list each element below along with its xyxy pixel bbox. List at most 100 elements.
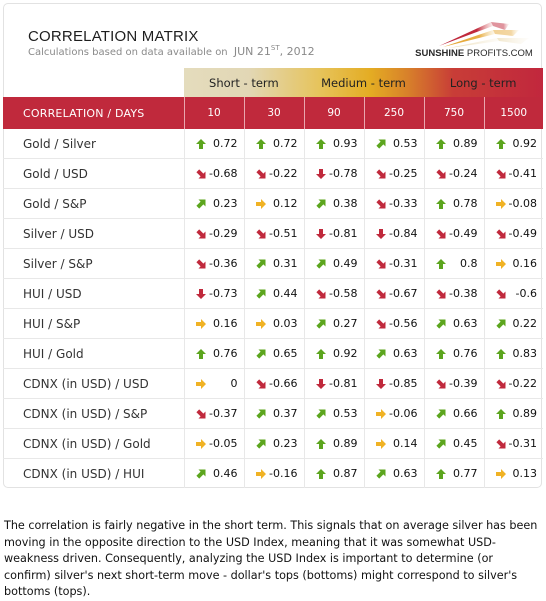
correlation-cell: -0.6 <box>483 278 543 309</box>
row-label: HUI / Gold <box>3 338 184 369</box>
cell-content: -0.49 <box>425 227 484 240</box>
correlation-value: -0.22 <box>269 167 298 180</box>
correlation-value: -0.05 <box>209 437 238 450</box>
arrow-up-right-icon <box>435 319 445 329</box>
correlation-value: -0.84 <box>389 227 418 240</box>
correlation-value: -0.29 <box>209 227 238 240</box>
arrow-right-icon <box>195 438 206 449</box>
cell-content: 0.89 <box>305 437 364 450</box>
correlation-cell: 0.89 <box>483 398 543 429</box>
correlation-table: CORRELATION / DAYS 10 30 90 250 750 1500… <box>3 97 543 488</box>
correlation-cell: -0.22 <box>243 158 304 189</box>
cell-content: 0.31 <box>245 257 304 270</box>
correlation-value: 0.16 <box>512 257 538 270</box>
correlation-cell: -0.31 <box>363 248 424 279</box>
calculation-date: JUN 21ST, 2012 <box>233 44 315 58</box>
correlation-value: -0.31 <box>389 257 418 270</box>
arrow-up-right-icon <box>495 319 505 329</box>
row-label: HUI / USD <box>3 278 184 309</box>
cell-content: -0.58 <box>305 287 364 300</box>
correlation-value: 0.12 <box>273 197 298 210</box>
correlation-value: 0.03 <box>273 317 298 330</box>
correlation-value: 0.38 <box>333 197 358 210</box>
correlation-value: -0.24 <box>449 167 478 180</box>
cell-content: 0.27 <box>305 317 364 330</box>
correlation-cell: -0.68 <box>183 158 244 189</box>
correlation-cell: 0.87 <box>303 458 364 488</box>
correlation-value: 0.53 <box>393 137 418 150</box>
arrow-down-right-icon <box>435 168 445 178</box>
arrow-down-right-icon <box>435 378 445 388</box>
cell-content: 0.72 <box>185 137 244 150</box>
correlation-value: -0.81 <box>329 227 358 240</box>
correlation-cell: 0.31 <box>243 248 304 279</box>
cell-content: -0.67 <box>365 287 424 300</box>
table-header-row: CORRELATION / DAYS 10 30 90 250 750 1500 <box>3 97 543 129</box>
arrow-up-right-icon <box>195 469 205 479</box>
cell-content: -0.81 <box>305 377 364 390</box>
cell-content: 0.77 <box>425 467 484 480</box>
correlation-value: 0.92 <box>512 137 538 150</box>
arrow-up-icon <box>315 438 326 449</box>
correlation-value: 0.63 <box>453 317 478 330</box>
correlation-cell: -0.16 <box>243 458 304 488</box>
correlation-cell: -0.41 <box>483 158 543 189</box>
correlation-description: The correlation is fairly negative in th… <box>4 519 538 598</box>
correlation-cell: 0.89 <box>303 428 364 459</box>
correlation-value: 0.72 <box>213 137 238 150</box>
correlation-value: -0.6 <box>515 287 537 300</box>
correlation-value: -0.16 <box>269 467 298 480</box>
arrow-down-right-icon <box>375 318 385 328</box>
arrow-up-right-icon <box>255 409 265 419</box>
cell-content: 0.89 <box>425 137 484 150</box>
correlation-value: -0.22 <box>508 377 537 390</box>
row-label: Gold / Silver <box>23 136 96 151</box>
date-day: JUN 21 <box>233 45 271 58</box>
correlation-cell: -0.06 <box>363 398 424 429</box>
correlation-cell: -0.85 <box>363 368 424 399</box>
cell-content: 0.78 <box>425 197 484 210</box>
correlation-value: -0.81 <box>329 377 358 390</box>
arrow-down-right-icon <box>495 378 505 388</box>
arrow-down-right-icon <box>315 288 325 298</box>
arrow-right-icon <box>495 198 506 209</box>
correlation-cell: 0.53 <box>303 398 364 429</box>
correlation-cell: 0.63 <box>363 338 424 369</box>
cell-content: -0.38 <box>425 287 484 300</box>
correlation-cell: 0.8 <box>423 248 484 279</box>
table-body: Gold / Silver 0.72 0.72 0.93 0.53 0.89 0.92 Gol… <box>3 129 543 488</box>
row-label: CDNX (in USD) / Gold <box>3 428 184 459</box>
correlation-value: -0.31 <box>508 437 537 450</box>
correlation-cell: -0.84 <box>363 218 424 249</box>
correlation-value: 0.92 <box>333 347 358 360</box>
sunshine-profits-logo[interactable]: SUNSHINE PROFITS.COM <box>409 16 539 64</box>
correlation-cell: 0.46 <box>183 458 244 488</box>
correlation-value: 0.87 <box>333 467 358 480</box>
arrow-up-right-icon <box>435 409 445 419</box>
correlation-cell: 0.53 <box>363 129 424 159</box>
arrow-up-icon <box>315 468 326 479</box>
correlation-cell: -0.22 <box>483 368 543 399</box>
arrow-right-icon <box>195 318 206 329</box>
correlation-cell: -0.25 <box>363 158 424 189</box>
cell-content: -0.51 <box>245 227 304 240</box>
cell-content: 0.37 <box>245 407 304 420</box>
correlation-cell: -0.37 <box>183 398 244 429</box>
column-header-30: 30 <box>243 97 304 129</box>
cell-content: 0.92 <box>485 137 544 150</box>
table-row: CDNX (in USD) / HUI 0.46 -0.16 0.87 0.63 0.77… <box>3 458 543 488</box>
cell-content: -0.56 <box>365 317 424 330</box>
column-header-10: 10 <box>183 97 244 129</box>
correlation-cell: -0.38 <box>423 278 484 309</box>
cell-content: -0.37 <box>185 407 244 420</box>
correlation-cell: 0.72 <box>243 129 304 159</box>
arrow-down-right-icon <box>495 228 505 238</box>
correlation-value: -0.49 <box>508 227 537 240</box>
correlation-value: 0.89 <box>333 437 358 450</box>
term-medium: Medium - term <box>321 75 406 90</box>
arrow-down-right-icon <box>195 228 205 238</box>
correlation-cell: 0 <box>183 368 244 399</box>
correlation-cell: 0.93 <box>303 129 364 159</box>
arrow-right-icon <box>255 198 266 209</box>
cell-content: 0.49 <box>305 257 364 270</box>
